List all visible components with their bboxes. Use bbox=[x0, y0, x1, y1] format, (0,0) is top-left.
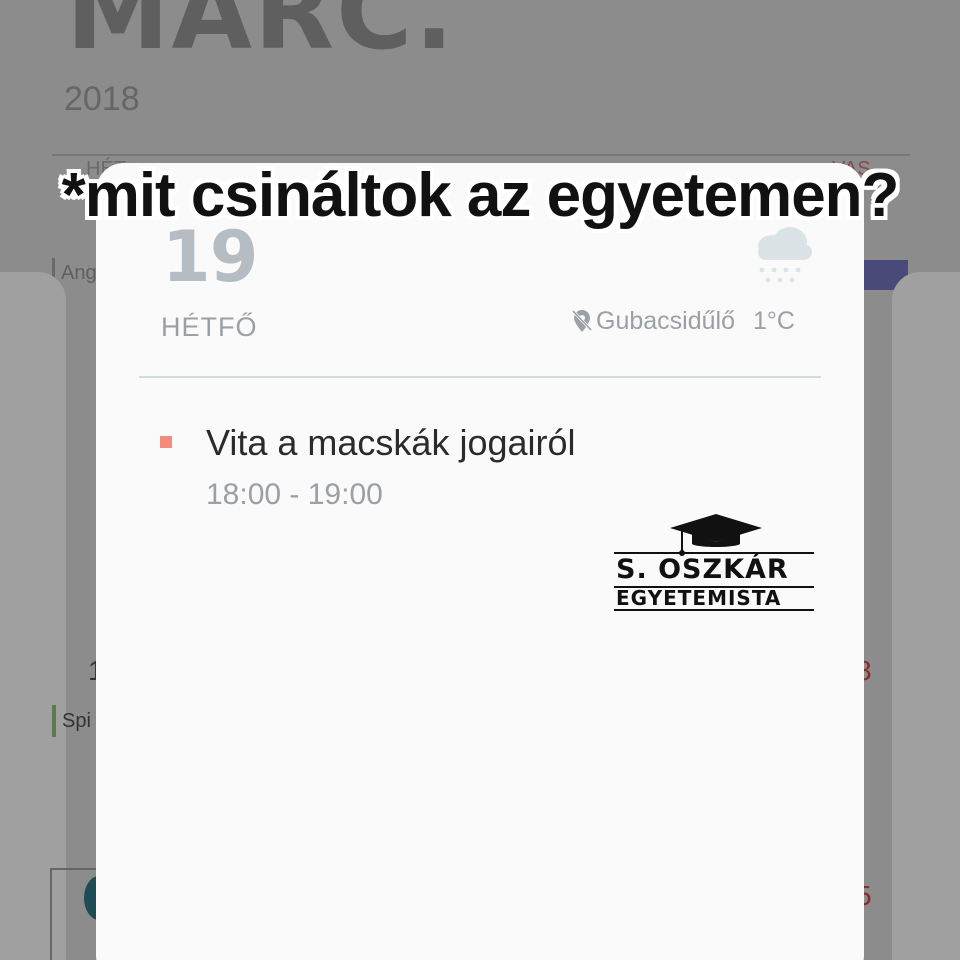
popup-day-number: 19 bbox=[162, 216, 258, 298]
event-title: Vita a macskák jogairól bbox=[206, 422, 576, 463]
logo-subtitle: EGYETEMISTA bbox=[616, 586, 782, 610]
location-name: Gubacsidűlő bbox=[596, 306, 735, 335]
previous-day-card[interactable] bbox=[0, 272, 66, 960]
logo-rule bbox=[614, 609, 814, 611]
year-label: 2018 bbox=[64, 80, 140, 118]
snow-cloud-icon bbox=[758, 227, 812, 283]
brand-logo: S. OSZKÁR EGYETEMISTA bbox=[612, 512, 818, 614]
event-time: 18:00 - 19:00 bbox=[206, 478, 383, 511]
popup-day-name: HÉTFŐ bbox=[161, 312, 258, 342]
popup-divider bbox=[139, 376, 821, 378]
temperature: 1°C bbox=[752, 306, 795, 335]
header-divider bbox=[52, 154, 910, 156]
calendar-event-chip[interactable]: Spi bbox=[52, 705, 91, 737]
weather-location-row: Gubacsidűlő 1°C bbox=[570, 306, 795, 336]
location-off-icon bbox=[571, 309, 593, 332]
month-title: MÁRC. bbox=[66, 0, 456, 73]
next-day-card[interactable] bbox=[892, 272, 960, 960]
meme-caption: *mit csináltok az egyetemen? bbox=[61, 161, 900, 230]
event-color-marker bbox=[160, 436, 172, 448]
logo-name: S. OSZKÁR bbox=[616, 554, 789, 585]
